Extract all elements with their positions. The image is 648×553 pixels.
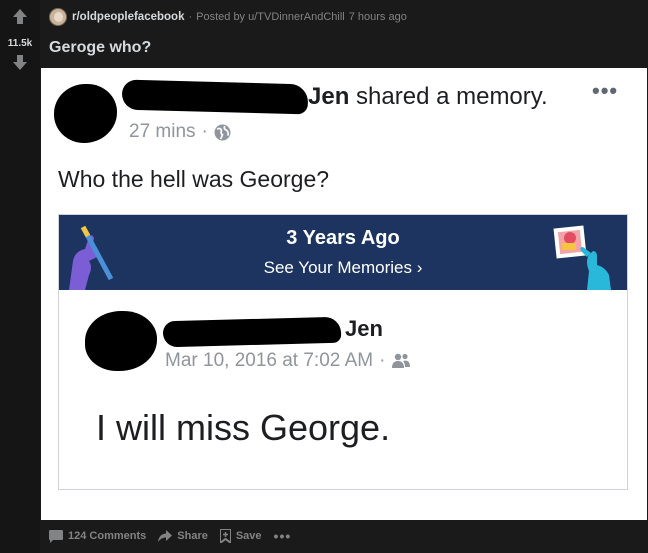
comment-icon: [49, 529, 63, 543]
share-button[interactable]: Share: [158, 530, 208, 542]
status-text: Who the hell was George?: [58, 166, 330, 192]
subreddit-link[interactable]: r/oldpeoplefacebook: [72, 11, 184, 23]
post-time: 7 hours ago: [348, 11, 407, 23]
globe-icon: [214, 124, 231, 140]
downvote-icon[interactable]: [13, 55, 27, 70]
memory-text: I will miss George.: [96, 407, 391, 448]
redacted-name: [162, 316, 342, 348]
header-name: Jen: [308, 83, 350, 110]
post-meta: r/oldpeoplefacebook · Posted by u/TVDinn…: [49, 8, 407, 26]
memory-banner-title: 3 Years Ago: [286, 227, 400, 249]
header-action: shared a memory.: [356, 83, 548, 110]
memory-card: 3 Years Ago See Your Memories › Jen Mar …: [58, 214, 628, 490]
post-actions: 124 Comments Share Save •••: [49, 526, 303, 546]
upvote-icon[interactable]: [13, 9, 27, 24]
memory-timestamp-dot: ·: [379, 350, 386, 371]
vote-column: 11.5k: [0, 0, 40, 553]
post-title[interactable]: Geroge who?: [49, 39, 151, 57]
shared-memory-header: Jen shared a memory.: [308, 83, 548, 111]
more-actions-icon[interactable]: •••: [274, 529, 292, 543]
posted-by-link[interactable]: Posted by u/TVDinnerAndChill: [196, 11, 345, 23]
meta-separator: ·: [188, 11, 193, 23]
subreddit-avatar-icon[interactable]: [49, 8, 67, 26]
comments-button[interactable]: 124 Comments: [49, 529, 147, 543]
post-timestamp: 27 mins ·: [129, 121, 231, 143]
share-label: Share: [177, 530, 208, 542]
memory-timestamp: Mar 10, 2016 at 7:02 AM ·: [165, 350, 411, 372]
save-label: Save: [235, 530, 262, 542]
redacted-avatar: [54, 84, 117, 143]
redacted-name: [121, 79, 309, 115]
save-button[interactable]: Save: [219, 529, 262, 543]
vote-score: 11.5k: [7, 38, 33, 49]
memory-timestamp-text: Mar 10, 2016 at 7:02 AM: [165, 350, 374, 371]
see-memories-link[interactable]: See Your Memories ›: [59, 258, 627, 278]
redacted-avatar: [85, 311, 157, 371]
memory-banner: 3 Years Ago See Your Memories ›: [59, 215, 627, 290]
comments-label: 124 Comments: [68, 530, 147, 542]
share-icon: [158, 530, 173, 542]
post-image[interactable]: Jen shared a memory. ••• 27 mins · Who t…: [41, 68, 647, 520]
memory-author: Jen: [345, 316, 383, 341]
timestamp-text: 27 mins: [129, 121, 196, 142]
timestamp-dot: ·: [201, 121, 208, 142]
bookmark-icon: [219, 529, 231, 543]
more-options-icon: •••: [592, 78, 619, 103]
friends-icon: [392, 353, 411, 368]
